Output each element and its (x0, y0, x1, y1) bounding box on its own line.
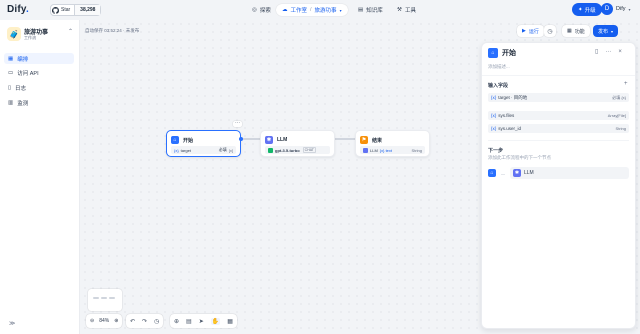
input-var-row[interactable]: {x} target · 目的地 必填 {x} (488, 93, 629, 102)
redo-icon[interactable]: ↷ (142, 318, 147, 325)
variable-icon: {x} (174, 147, 179, 153)
add-node-icon[interactable]: ⊕ (174, 318, 179, 325)
flag-icon: ⚑ (360, 136, 368, 144)
start-var-required: 必填 (218, 147, 227, 152)
history-icon[interactable]: ◷ (154, 318, 159, 325)
next-step-title: 下一步 (488, 148, 504, 154)
llm-model-row: gpt-3.5-turbo CHAT (265, 146, 330, 154)
brain-icon: ✱ (513, 169, 521, 177)
book-icon[interactable]: ▯ (595, 48, 598, 55)
end-output-row: LLM {x} text String (360, 146, 425, 154)
end-node-header: ⚑ 结束 (360, 136, 382, 144)
layout-icon[interactable]: ▦ (227, 318, 233, 325)
canvas-toolbar: ⊕ ▤ ➤ ✋ ▦ (170, 314, 237, 328)
minimap-node (93, 297, 99, 299)
text-type-icon: [x] (228, 147, 233, 153)
minimap-node (109, 297, 115, 299)
zoom-level[interactable]: 84% (99, 318, 109, 324)
zoom-in-icon[interactable]: ⊕ (114, 318, 118, 324)
panel-description-input[interactable]: 添加描述... (488, 64, 510, 70)
start-node-header: ⌂ 开始 (171, 136, 193, 144)
home-icon: ⌂ (488, 48, 498, 58)
history-controls: ↶ ↷ ◷ (126, 314, 164, 328)
llm-node[interactable]: ✱ LLM gpt-3.5-turbo CHAT (260, 130, 335, 157)
start-var-name: target (180, 147, 191, 153)
variable-icon: {x} (491, 95, 497, 100)
start-node[interactable]: ⌂ 开始 {x} target 必填 [x] (166, 130, 241, 157)
connector-line: — (501, 170, 505, 176)
add-input-icon[interactable]: + (624, 81, 628, 87)
openai-icon (268, 147, 273, 153)
variable-icon: {x} (491, 126, 497, 131)
close-icon[interactable]: × (618, 49, 622, 55)
home-icon: ⌂ (171, 136, 179, 144)
end-node[interactable]: ⚑ 结束 LLM {x} text String (355, 130, 430, 157)
llm-model-name: gpt-3.5-turbo (275, 147, 300, 153)
var-name: target · 目的地 (498, 94, 528, 100)
minimap[interactable] (88, 289, 122, 311)
brain-icon: ✱ (265, 136, 273, 144)
var-meta: String (615, 126, 626, 131)
llm-node-title: LLM (277, 137, 288, 143)
llm-mode-badge: CHAT (302, 147, 316, 153)
undo-icon[interactable]: ↶ (130, 318, 135, 325)
end-node-title: 结束 (372, 137, 383, 144)
variable-icon: {x} (491, 113, 497, 118)
end-var-type: String (411, 147, 422, 153)
pointer-icon[interactable]: ➤ (199, 318, 204, 325)
end-var-name: {x} text (379, 147, 393, 153)
minimap-node (101, 297, 107, 299)
var-name: sys.files (498, 113, 515, 118)
var-name: sys.user_id (498, 126, 522, 131)
note-icon[interactable]: ▤ (186, 318, 192, 325)
hand-icon[interactable]: ✋ (210, 317, 221, 325)
next-step-description: 添加此工作流程中的下一个节点 (488, 155, 551, 160)
divider (482, 75, 635, 76)
system-var-row: {x} sys.user_id String (488, 124, 629, 133)
panel-title[interactable]: 开始 (502, 48, 516, 58)
start-node-var: {x} target 必填 [x] (171, 146, 236, 154)
more-icon[interactable]: ··· (605, 49, 611, 55)
home-icon: ⌂ (488, 169, 496, 177)
zoom-out-icon[interactable]: ⊖ (90, 318, 94, 324)
start-node-title: 开始 (183, 137, 194, 144)
panel-header: ⌂ 开始 (488, 48, 516, 58)
system-var-row: {x} sys.files Array[File] (488, 111, 629, 120)
node-config-panel: ⌂ 开始 ▯ ··· × 添加描述... 输入字段 + {x} target ·… (481, 42, 636, 329)
llm-node-header: ✱ LLM (265, 136, 287, 144)
node-more-button[interactable]: ··· (233, 121, 242, 127)
end-var-source: LLM (370, 147, 378, 153)
start-output-handle[interactable] (239, 137, 243, 141)
zoom-controls: ⊖ 84% ⊕ (86, 314, 123, 328)
llm-small-icon (363, 147, 368, 153)
divider (488, 140, 629, 141)
next-step-row: ⌂ — ✱ LLM (488, 167, 629, 179)
panel-actions: ▯ ··· × (595, 48, 622, 56)
var-meta: 必填 {x} (612, 94, 626, 100)
inputs-section-title: 输入字段 (488, 83, 509, 89)
var-meta: Array[File] (607, 113, 626, 118)
next-node-llm[interactable]: ✱ LLM (510, 167, 629, 179)
next-node-label: LLM (524, 170, 534, 176)
